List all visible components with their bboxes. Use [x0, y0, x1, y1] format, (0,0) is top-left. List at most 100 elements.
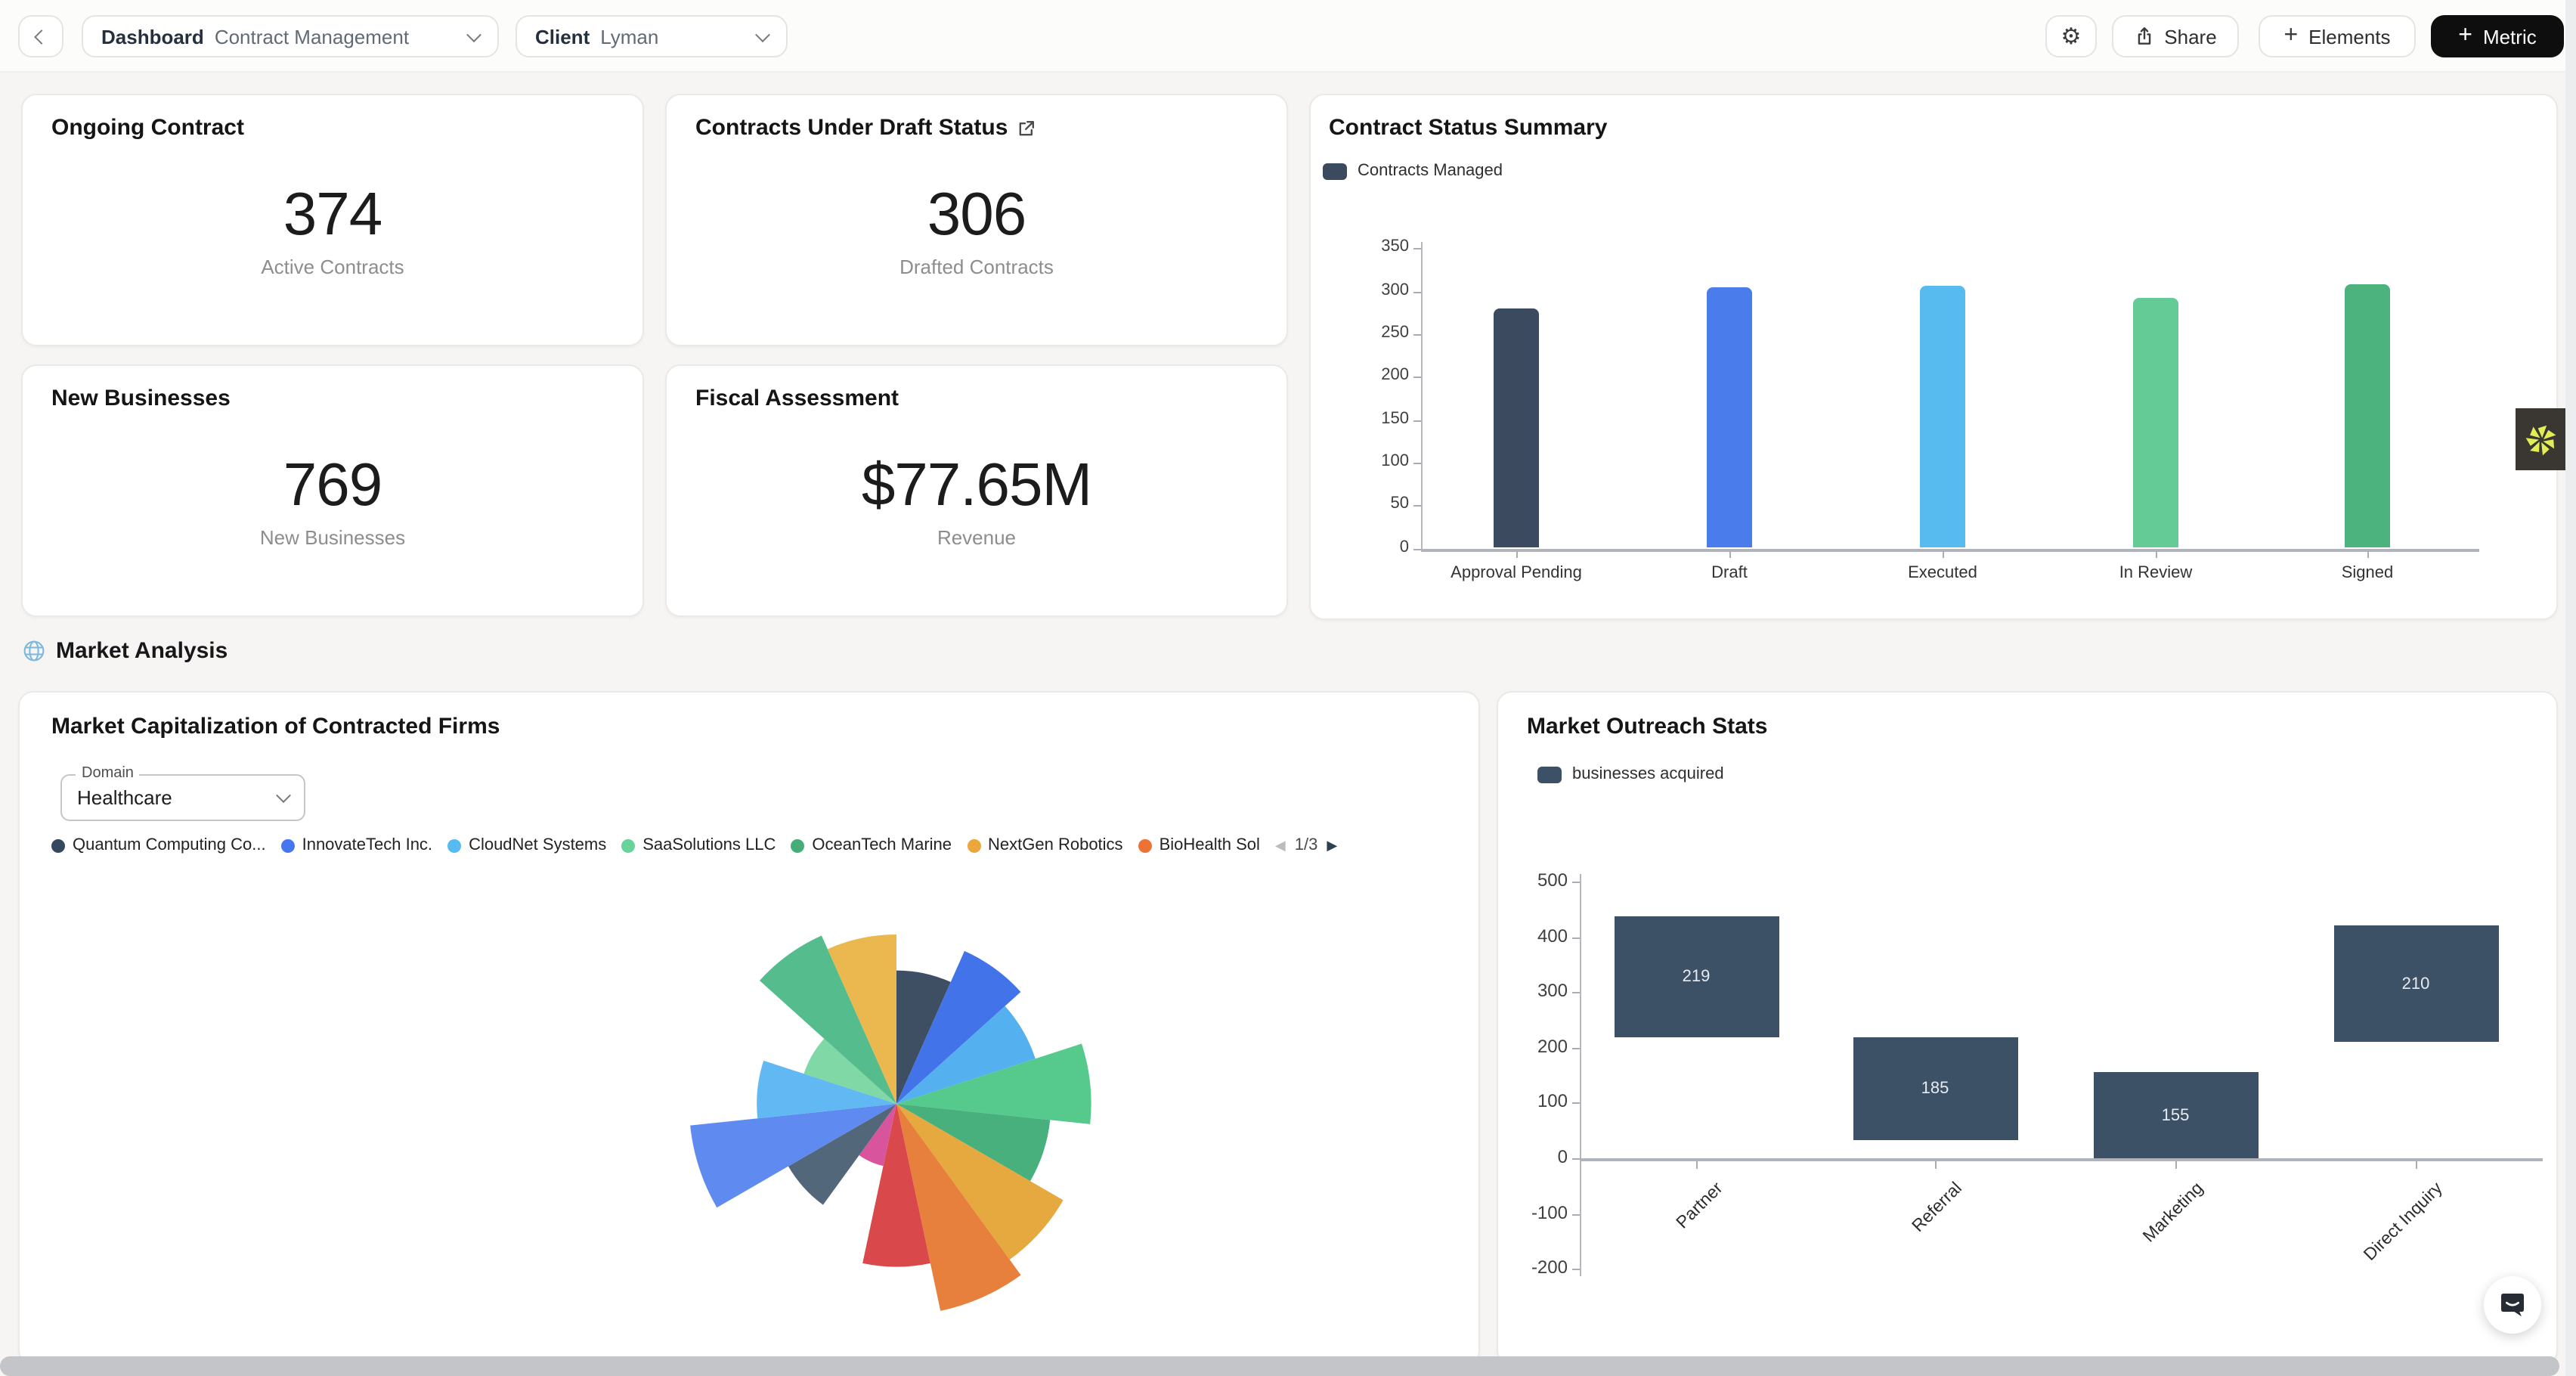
y-axis-line	[1421, 242, 1423, 548]
company-legend-items: Quantum Computing Co... InnovateTech Inc.…	[51, 836, 1260, 854]
status-bar-approval-pending[interactable]	[1494, 308, 1539, 548]
legend-item-label: NextGen Robotics	[988, 836, 1123, 854]
chart-title: Contract Status Summary	[1329, 115, 1607, 141]
kpi-value: 769	[23, 452, 642, 520]
client-select[interactable]: Client Lyman	[516, 15, 788, 57]
x-axis-tick	[2367, 551, 2369, 557]
add-metric-button[interactable]: + Metric	[2431, 15, 2564, 57]
legend-next-icon[interactable]: ▶	[1327, 837, 1337, 854]
add-elements-button[interactable]: + Elements	[2259, 15, 2416, 57]
legend-item-2[interactable]: InnovateTech Inc.	[281, 836, 432, 854]
status-bar-draft[interactable]	[1707, 288, 1752, 548]
outreach-bar-direct-inquiry[interactable]: 210	[2333, 926, 2498, 1043]
domain-select[interactable]: Domain Healthcare	[60, 774, 305, 821]
outreach-chart-legend[interactable]: businesses acquired	[1537, 765, 1724, 783]
y-axis-tick	[1413, 249, 1421, 250]
rose-pie-chart[interactable]	[685, 892, 1108, 1316]
y-axis-label: 400	[1504, 925, 1568, 946]
y-axis-tick	[1413, 420, 1421, 421]
y-axis-label: -100	[1504, 1201, 1568, 1223]
legend-item-7[interactable]: BioHealth Sol	[1138, 836, 1260, 854]
legend-item-4[interactable]: SaaSolutions LLC	[621, 836, 776, 854]
legend-item-5[interactable]: OceanTech Marine	[791, 836, 952, 854]
legend-color-dot	[791, 838, 804, 852]
plus-icon: +	[2458, 24, 2472, 48]
domain-select-label: Domain	[76, 765, 140, 782]
legend-item-label: InnovateTech Inc.	[302, 836, 432, 854]
y-axis-label: 350	[1355, 238, 1409, 256]
x-axis-tick	[1729, 551, 1731, 557]
kpi-title-text: Fiscal Assessment	[695, 386, 899, 411]
outreach-bar-referral[interactable]: 185	[1853, 1037, 2017, 1139]
legend-page-number: 1/3	[1295, 836, 1318, 854]
globe-icon	[23, 640, 45, 662]
status-chart-legend[interactable]: Contracts Managed	[1323, 162, 1503, 180]
kpi-card-title: Contracts Under Draft Status	[695, 115, 1035, 141]
chart-title-text: Market Outreach Stats	[1527, 714, 1767, 739]
chevron-down-icon	[755, 26, 770, 42]
x-axis-tick	[2175, 1161, 2177, 1169]
chart-title: Market Outreach Stats	[1527, 714, 1767, 739]
dashboard-viewport: Dashboard Contract Management Client Lym…	[0, 0, 2576, 1376]
vertical-scrollbar[interactable]	[2565, 0, 2576, 1376]
horizontal-scrollbar-thumb[interactable]	[0, 1356, 2559, 1376]
kpi-value: 306	[667, 181, 1286, 249]
y-axis-tick	[1572, 1269, 1580, 1270]
legend-item-1[interactable]: Quantum Computing Co...	[51, 836, 266, 854]
y-axis-tick	[1572, 1048, 1580, 1049]
legend-color-dot	[281, 838, 295, 852]
back-button[interactable]	[18, 15, 63, 57]
y-axis-label: -200	[1504, 1257, 1568, 1278]
chevron-down-icon	[466, 26, 481, 42]
chart-title-text: Market Capitalization of Contracted Firm…	[51, 714, 500, 739]
kpi-card-title: New Businesses	[51, 386, 231, 411]
settings-button[interactable]: ⚙	[2045, 15, 2097, 57]
legend-item-3[interactable]: CloudNet Systems	[447, 836, 606, 854]
legend-prev-icon[interactable]: ◀	[1275, 837, 1286, 854]
outreach-bar-partner[interactable]: 219	[1614, 916, 1779, 1037]
kpi-card-title: Fiscal Assessment	[695, 386, 899, 411]
kpi-card-contracts-under-draft: Contracts Under Draft Status 306 Drafted…	[665, 94, 1288, 346]
legend-item-label: Quantum Computing Co...	[73, 836, 266, 854]
chart-title: Market Capitalization of Contracted Firm…	[51, 714, 500, 739]
x-axis-tick	[2156, 551, 2157, 557]
market-analysis-section-header: Market Analysis	[23, 638, 228, 664]
share-button[interactable]: Share	[2112, 15, 2239, 57]
metric-button-label: Metric	[2483, 25, 2537, 48]
status-bar-in-review[interactable]	[2133, 297, 2178, 548]
kpi-card-ongoing-contract: Ongoing Contract 374 Active Contracts	[21, 94, 644, 346]
legend-color-dot	[1138, 838, 1152, 852]
outreach-bar-marketing[interactable]: 155	[2093, 1073, 2258, 1158]
legend-item-6[interactable]: NextGen Robotics	[967, 836, 1123, 854]
kpi-label: Active Contracts	[23, 256, 642, 278]
external-link-icon[interactable]	[1017, 119, 1035, 137]
y-axis-tick	[1413, 463, 1421, 464]
legend-item-label: OceanTech Marine	[812, 836, 952, 854]
chevron-down-icon	[276, 788, 291, 803]
x-axis-label: Referral	[1909, 1179, 1966, 1236]
kpi-label: New Businesses	[23, 526, 642, 549]
legend-item-label: CloudNet Systems	[469, 836, 606, 854]
x-axis-label: Marketing	[2140, 1179, 2206, 1246]
x-axis-tick	[1935, 1161, 1937, 1169]
whats-new-side-tab[interactable]	[2516, 408, 2565, 470]
chat-launcher-button[interactable]	[2484, 1276, 2541, 1334]
kpi-title-text: Ongoing Contract	[51, 115, 244, 141]
x-axis-tick	[1696, 1161, 1698, 1169]
y-axis-tick	[1413, 548, 1421, 550]
dashboard-select[interactable]: Dashboard Contract Management	[82, 15, 499, 57]
dashboard-stage: Dashboard Contract Management Client Lym…	[0, 0, 2576, 1376]
status-bar-executed[interactable]	[1920, 285, 1965, 548]
legend-color-dot	[621, 838, 635, 852]
status-bar-chart: 350300250200150100500Approval PendingDra…	[1309, 239, 2549, 602]
client-select-label: Client	[535, 25, 590, 48]
y-axis-label: 200	[1355, 367, 1409, 385]
status-bar-signed[interactable]	[2345, 284, 2390, 548]
y-axis-tick	[1413, 505, 1421, 507]
pinwheel-asterisk-icon	[2524, 423, 2557, 456]
x-axis-label: Draft	[1624, 563, 1835, 581]
legend-swatch	[1323, 163, 1347, 179]
y-axis-label: 0	[1504, 1146, 1568, 1167]
client-select-value: Lyman	[600, 25, 658, 48]
y-axis-tick	[1413, 291, 1421, 293]
